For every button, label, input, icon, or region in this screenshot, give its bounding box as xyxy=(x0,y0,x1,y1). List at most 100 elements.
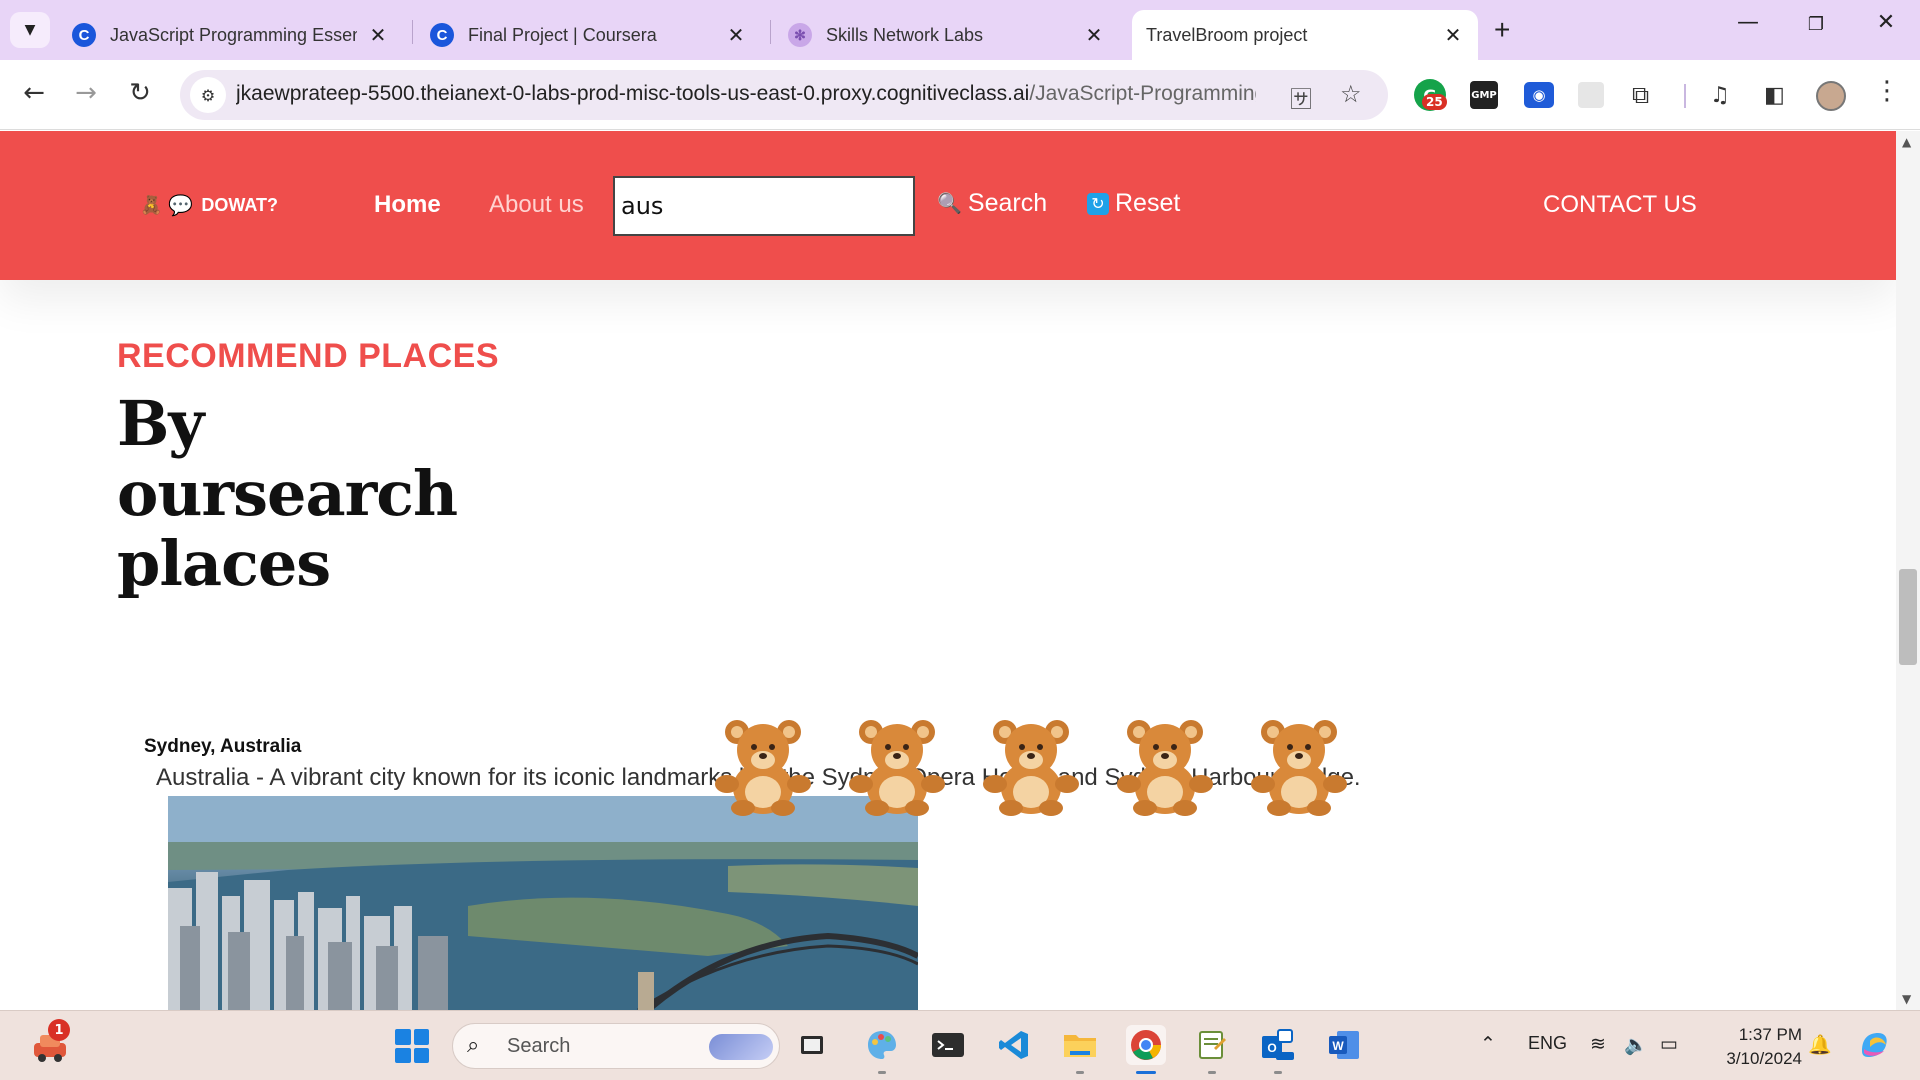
tab-final-project[interactable]: C Final Project | Coursera ✕ xyxy=(416,10,761,60)
tab-travelbroom-project[interactable]: 🧸 TravelBroom project ✕ xyxy=(1132,10,1478,617)
close-icon[interactable]: ✕ xyxy=(367,23,389,48)
teddy-bear-icon xyxy=(1251,720,1347,816)
volume-icon[interactable]: 🔈 xyxy=(1624,1033,1648,1057)
wifi-icon[interactable]: ≋ xyxy=(1590,1033,1606,1056)
svg-text:W: W xyxy=(1332,1039,1344,1053)
reload-button[interactable]: ↻ xyxy=(122,78,158,108)
gmp-label: GMP xyxy=(1471,89,1497,101)
chrome-icon[interactable] xyxy=(1126,1025,1166,1065)
new-tab-button[interactable]: + xyxy=(1494,14,1510,46)
address-bar[interactable]: ⚙ jkaewprateep-5500.theianext-0-labs-pro… xyxy=(180,70,1388,120)
contact-us-link[interactable]: CONTACT US xyxy=(1543,191,1697,219)
toolbar-divider xyxy=(1684,84,1686,108)
tab-skills-network-labs[interactable]: ✻ Skills Network Labs ✕ xyxy=(774,10,1119,60)
tab-title: JavaScript Programming Essenti xyxy=(110,24,357,45)
task-view-icon[interactable] xyxy=(792,1025,832,1065)
extension-icon[interactable] xyxy=(1578,82,1604,108)
windows-logo-pane xyxy=(413,1029,429,1045)
tab-search-button[interactable]: ▼ xyxy=(10,12,50,48)
running-indicator xyxy=(1208,1071,1216,1074)
url-host: jkaewprateep-5500.theianext-0-labs-prod-… xyxy=(236,82,1030,105)
clock-date: 3/10/2024 xyxy=(1726,1049,1802,1068)
nav-about-link[interactable]: About us xyxy=(489,191,584,219)
minimize-button[interactable]: — xyxy=(1728,10,1768,35)
site-header: 🧸 💬 DOWAT? Home About us 🔍 Search ↻ Rese… xyxy=(0,131,1896,280)
media-controls-icon[interactable]: ♫ xyxy=(1710,77,1730,113)
gmp-extension-icon[interactable]: GMP xyxy=(1470,81,1498,109)
camera-extension-icon[interactable]: ◉ xyxy=(1524,82,1554,108)
file-explorer-icon[interactable] xyxy=(1060,1025,1100,1065)
bookmark-star-icon[interactable]: ☆ xyxy=(1340,80,1362,108)
tab-title: Skills Network Labs xyxy=(826,24,984,45)
vscode-icon[interactable] xyxy=(994,1025,1034,1065)
skills-network-icon: ✻ xyxy=(788,23,812,47)
taskbar-search-label: Search xyxy=(507,1035,571,1057)
outlook-icon[interactable]: O xyxy=(1258,1025,1298,1065)
show-hidden-icons-chevron-icon[interactable]: ⌃ xyxy=(1480,1033,1496,1056)
search-button[interactable]: 🔍 Search xyxy=(937,189,1047,218)
url-text[interactable]: jkaewprateep-5500.theianext-0-labs-prod-… xyxy=(236,82,1256,106)
teddy-bear-icon xyxy=(983,720,1079,816)
sydney-harbour-photo xyxy=(168,796,918,1010)
close-icon[interactable]: ✕ xyxy=(1442,23,1464,48)
site-logo[interactable]: 🧸 💬 DOWAT? xyxy=(140,193,278,218)
paint-icon[interactable] xyxy=(862,1025,902,1065)
battery-icon[interactable]: ▭ xyxy=(1660,1033,1678,1056)
search-icon: ⌕ xyxy=(467,1033,480,1058)
side-panel-icon[interactable]: ◧ xyxy=(1764,77,1785,113)
back-button[interactable]: ← xyxy=(16,78,52,108)
scrollbar-thumb[interactable] xyxy=(1899,569,1917,665)
input-language[interactable]: ENG xyxy=(1528,1033,1567,1054)
search-highlight-image xyxy=(709,1034,773,1060)
close-window-button[interactable]: ✕ xyxy=(1866,10,1906,35)
clock-time: 1:37 PM xyxy=(1738,1025,1802,1044)
nav-home-link[interactable]: Home xyxy=(374,191,441,219)
windows-logo-pane xyxy=(395,1029,411,1045)
terminal-icon[interactable] xyxy=(928,1025,968,1065)
magnifier-icon: 🔍 xyxy=(937,193,962,215)
close-icon[interactable]: ✕ xyxy=(1083,23,1105,48)
svg-text:O: O xyxy=(1267,1041,1276,1055)
translate-icon[interactable]: 🈂 xyxy=(1290,82,1312,114)
scroll-down-arrow-icon[interactable]: ▼ xyxy=(1902,992,1911,1006)
start-button[interactable] xyxy=(395,1029,429,1063)
close-icon[interactable]: ✕ xyxy=(725,23,747,48)
refresh-icon: ↻ xyxy=(1087,192,1109,215)
page-scrollbar[interactable]: ▲ ▼ xyxy=(1896,131,1920,1010)
profile-avatar[interactable] xyxy=(1816,81,1846,111)
scroll-up-arrow-icon[interactable]: ▲ xyxy=(1902,135,1911,149)
reset-button-label: Reset xyxy=(1115,189,1181,217)
taskbar-search[interactable]: ⌕ Search xyxy=(452,1023,780,1069)
site-info-icon[interactable]: ⚙ xyxy=(190,77,226,113)
result-place-name: Sydney, Australia xyxy=(144,736,302,757)
widgets-badge: 1 xyxy=(48,1019,70,1041)
teddy-bear-icon xyxy=(715,720,811,816)
browser-menu-icon[interactable]: ⋮ xyxy=(1874,76,1900,106)
copilot-icon[interactable] xyxy=(1856,1027,1892,1069)
logo-text: DOWAT? xyxy=(201,195,278,215)
extension-badge: 25 xyxy=(1422,94,1447,110)
tab-javascript-programming[interactable]: C JavaScript Programming Essenti ✕ xyxy=(58,10,403,60)
page-viewport: 🧸 💬 DOWAT? Home About us 🔍 Search ↻ Rese… xyxy=(0,131,1896,1010)
reset-button[interactable]: ↻ Reset xyxy=(1087,189,1180,218)
forward-button[interactable]: → xyxy=(68,78,104,108)
active-indicator xyxy=(1136,1071,1156,1074)
browser-tab-bar: ▼ C JavaScript Programming Essenti ✕ C F… xyxy=(0,0,1920,617)
windows-logo-pane xyxy=(395,1047,411,1063)
restore-button[interactable]: ❐ xyxy=(1796,14,1836,35)
tab-title: Final Project | Coursera xyxy=(468,24,657,45)
chevron-down-icon: ▼ xyxy=(24,22,36,38)
windows-logo-pane xyxy=(413,1047,429,1063)
system-clock[interactable]: 1:37 PM 3/10/2024 xyxy=(1710,1023,1802,1071)
notepad-icon[interactable] xyxy=(1192,1025,1232,1065)
word-icon[interactable]: W xyxy=(1324,1025,1364,1065)
notifications-icon[interactable]: 🔔 xyxy=(1808,1033,1832,1057)
city-skyline-illustration xyxy=(168,796,918,1010)
url-path: /JavaScript-Programming... xyxy=(1029,82,1256,105)
section-title: By oursearch places xyxy=(117,387,458,600)
extensions-puzzle-icon[interactable]: ⧉ xyxy=(1632,77,1649,113)
running-indicator xyxy=(1274,1071,1282,1074)
destination-search-input[interactable] xyxy=(613,176,915,236)
teddy-bear-icon xyxy=(849,720,945,816)
running-indicator xyxy=(1076,1071,1084,1074)
